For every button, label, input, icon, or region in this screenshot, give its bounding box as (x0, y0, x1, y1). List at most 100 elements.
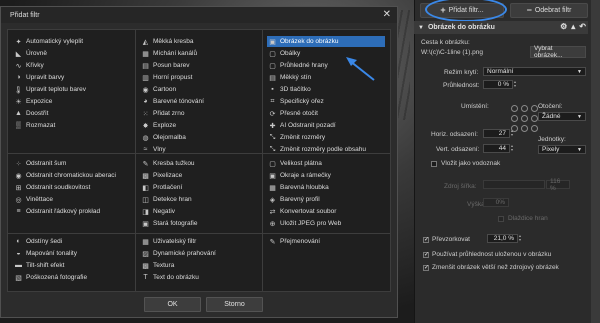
height-input[interactable]: 0% (483, 198, 509, 207)
watermark-checkbox[interactable] (431, 161, 437, 167)
web-icon: ⊕ (269, 220, 276, 228)
remove-filter-button[interactable]: − Odebrat filtr (510, 3, 588, 18)
filter-item[interactable]: ◍ Olejomalba (140, 132, 185, 143)
source-width-slider[interactable] (483, 180, 545, 189)
placement-grid[interactable] (511, 105, 538, 132)
vignette-icon: ◎ (15, 196, 22, 204)
section-header[interactable]: ▼ Obrázek do obrázku ⚙ ▴ ↶ (414, 21, 588, 34)
filter-item[interactable]: ⊕ Uložit JPEG pro Web (267, 218, 342, 229)
opacity-label: Průhlednost: (443, 82, 480, 89)
highpass-icon: ▥ (142, 74, 149, 82)
filter-item[interactable]: ◨ Negativ (140, 206, 175, 217)
filter-item[interactable]: ▨ Dynamické prahování (140, 248, 216, 259)
ok-button[interactable]: OK (144, 297, 201, 312)
cancel-button[interactable]: Storno (206, 297, 263, 312)
oversample-input[interactable]: 21,0 % (487, 234, 518, 243)
filter-item-label: Tilt-shift efekt (26, 262, 65, 269)
filter-item[interactable]: ◫ Detekce hran (140, 194, 191, 205)
filter-item[interactable]: ▪ 3D tlačítko (267, 84, 310, 95)
dialog-titlebar[interactable]: Přidat filtr ✕ (1, 7, 397, 23)
undo-icon[interactable]: ↶ (579, 22, 586, 31)
filter-item[interactable]: ✎ Kresba tužkou (140, 158, 195, 169)
filter-item[interactable]: ☀ Expozice (13, 96, 52, 107)
filter-item[interactable]: ▣ Stará fotografie (140, 218, 197, 229)
filter-item[interactable]: ▦ Uživatelský filtr (140, 236, 196, 247)
filter-item[interactable]: ▬ Tilt-shift efekt (13, 260, 64, 271)
filter-item-label: Vlny (153, 146, 166, 153)
filter-item[interactable]: ▤ Měkký stín (267, 72, 311, 83)
filter-item[interactable]: ⟳ Přesně otočit (267, 108, 318, 119)
filter-item[interactable]: ✎ Přejmenování (267, 236, 321, 247)
damaged-photo-icon: ▧ (15, 274, 22, 282)
hoffset-label: Horiz. odsazení: (431, 131, 478, 138)
use-saved-checkbox[interactable]: ✓ (423, 252, 429, 258)
filter-item[interactable]: ▥ Horní propust (140, 72, 192, 83)
filter-item[interactable]: ◧ Protlačení (140, 182, 182, 193)
filter-item[interactable]: ▤ Posun barev (140, 60, 189, 71)
image-icon: ▣ (269, 38, 276, 46)
filter-item[interactable]: ▲ Doostřit (13, 108, 48, 119)
filter-item[interactable]: ▣ Obrázek do obrázku (267, 36, 385, 47)
filter-item[interactable]: ◉ Cartoon (140, 84, 176, 95)
oversample-checkbox[interactable]: ✓ (423, 237, 429, 243)
filter-item[interactable]: ⤡ Změnit rozměry podle obsahu (267, 144, 366, 155)
filter-item[interactable]: ✦ Automatický vyleplit (13, 36, 84, 47)
voffset-stepper[interactable]: ▴ ▾ (511, 144, 517, 153)
filter-item[interactable]: ◐ Odstíny šedi (13, 236, 62, 247)
hoffset-input[interactable]: 27 (483, 129, 510, 138)
filter-item[interactable]: ◣ Úrovně (13, 48, 47, 59)
browse-button[interactable]: Vybrat obrázek... (530, 45, 586, 59)
filter-item[interactable]: ⤡ Změnit rozměry (267, 132, 325, 143)
filter-item[interactable]: ◎ Viněttace (13, 194, 53, 205)
filter-item[interactable]: ▢ Obálky (267, 48, 300, 59)
filter-item[interactable]: ▢ Velikost plátna (267, 158, 322, 169)
filter-item[interactable]: ▣ Okraje a rámečky (267, 170, 331, 181)
filter-item[interactable]: ⊞ Odstranit soudkovitost (13, 182, 91, 193)
filter-item[interactable]: 🌡 Upravit teplotu barev (13, 84, 86, 95)
panel-scrollbar[interactable] (591, 0, 600, 323)
rotation-select[interactable]: Žádné ▼ (538, 112, 586, 121)
opacity-stepper[interactable]: ▴ ▾ (514, 80, 520, 89)
filter-item[interactable]: ▒ Rozmazat (13, 120, 55, 131)
oversample-stepper[interactable]: ▴ ▾ (519, 234, 525, 243)
hoffset-stepper[interactable]: ▴ ▾ (511, 129, 517, 138)
filter-item[interactable]: ≈ Vlny (140, 144, 166, 155)
filter-item[interactable]: ▩ Pixelizace (140, 170, 182, 181)
filter-item[interactable]: ⁘ Odstranit šum (13, 158, 67, 169)
filter-item[interactable]: ◒ Mapování tonality (13, 248, 77, 259)
filter-item[interactable]: T Text do obrázku (140, 272, 199, 283)
filter-item[interactable]: ✚ AI Odstranit pozadí (267, 120, 336, 131)
filter-item[interactable]: ▦ Míchání kanálů (140, 48, 197, 59)
filter-item[interactable]: ▦ Barevná hloubka (267, 182, 329, 193)
close-icon[interactable]: ✕ (383, 9, 391, 20)
voffset-input[interactable]: 44 (483, 144, 510, 153)
filter-item[interactable]: ◈ Barevný profil (267, 194, 320, 205)
crop-icon: ⌗ (270, 97, 275, 105)
chevron-up-icon[interactable]: ▴ (571, 22, 575, 31)
source-width-input[interactable]: 116 % (546, 178, 570, 192)
source-width-label: Zdroj šířka: (444, 183, 477, 190)
filter-item[interactable]: ◭ Měkká kresba (140, 36, 194, 47)
frame-icon: ▢ (269, 50, 276, 58)
filter-item[interactable]: ⌗ Specifický ořez (267, 96, 324, 107)
filter-item[interactable]: ≡ Odstranit řádkový prokład (13, 206, 100, 217)
filter-item[interactable]: ⁙ Přidat zrno (140, 108, 185, 119)
filter-item[interactable]: ◕ Barevné tónování (140, 96, 204, 107)
gear-icon[interactable]: ⚙ (560, 22, 567, 31)
filter-item-label: Odstranit šum (26, 160, 67, 167)
filter-item[interactable]: ∿ Křivky (13, 60, 44, 71)
filter-item[interactable]: ▧ Poškozená fotografie (13, 272, 87, 283)
tile-checkbox[interactable] (498, 216, 504, 222)
blend-select[interactable]: Normální ▼ (483, 67, 586, 76)
filter-item[interactable]: ◉ Odstranit chromatickou aberaci (13, 170, 116, 181)
filter-item-label: Úrovně (26, 50, 47, 57)
opacity-input[interactable]: 0 % (483, 80, 513, 89)
shrink-checkbox[interactable]: ✓ (423, 265, 429, 271)
filter-item[interactable]: ▢ Průhledné hrany (267, 60, 328, 71)
filter-item-label: Velikost plátna (280, 160, 322, 167)
filter-item[interactable]: ✸ Exploze (140, 120, 177, 131)
units-select[interactable]: Pixely ▼ (538, 145, 586, 154)
filter-item[interactable]: ▩ Textura (140, 260, 174, 271)
filter-item[interactable]: ⇄ Konvertovat soubor (267, 206, 337, 217)
filter-item[interactable]: ◑ Upravit barvy (13, 72, 64, 83)
